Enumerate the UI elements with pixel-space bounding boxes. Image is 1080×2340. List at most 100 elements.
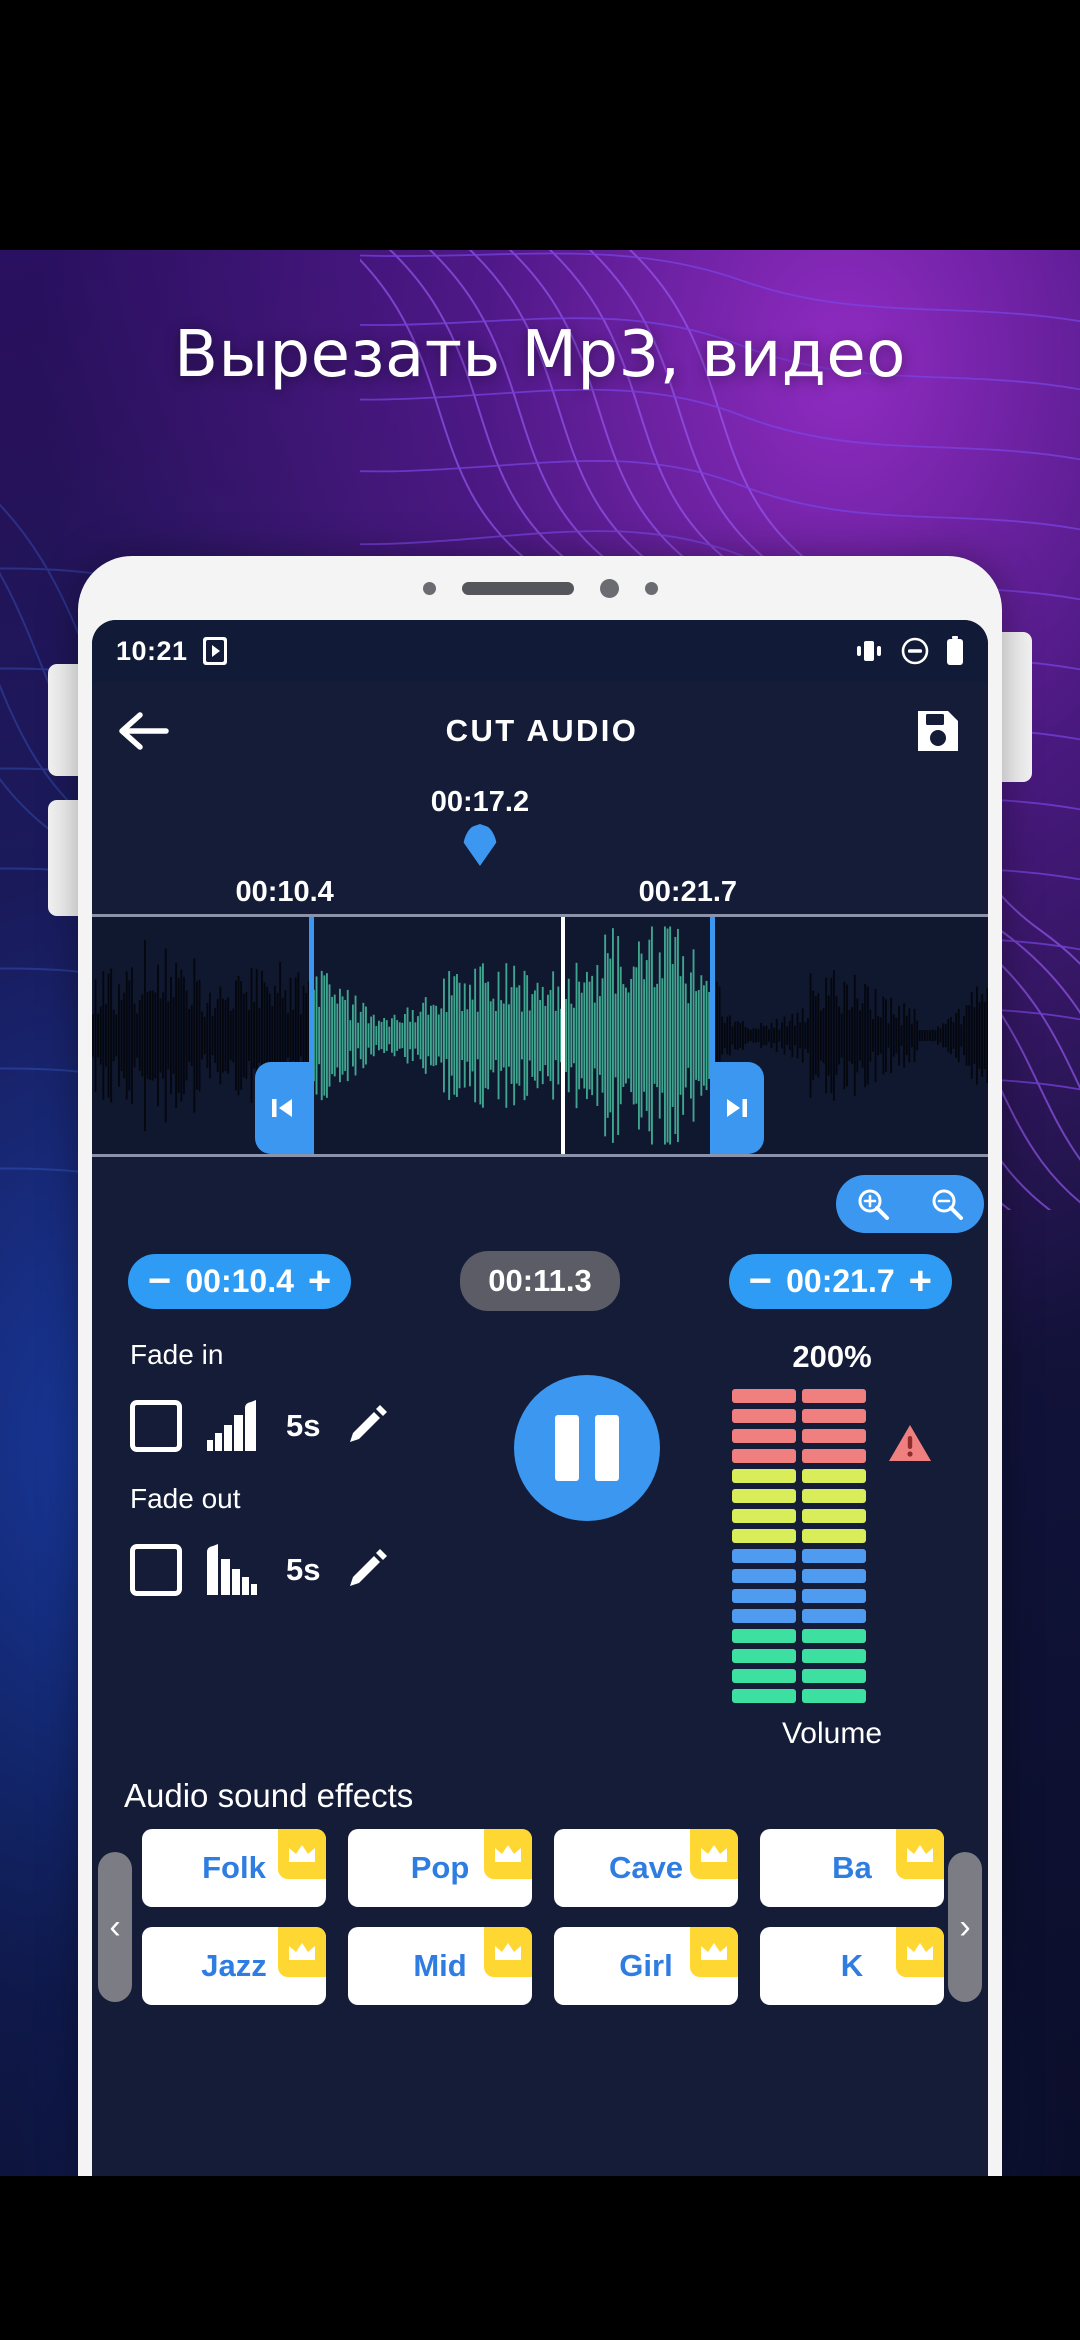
volume-meter-segment [732, 1669, 796, 1683]
crown-premium-icon [896, 1829, 944, 1879]
zoom-out-icon[interactable] [910, 1175, 984, 1233]
time-controls-row: − 00:10.4 + 00:11.3 − 00:21.7 + [92, 1245, 988, 1311]
segment-time-labels: 00:10.4 00:21.7 [92, 876, 988, 914]
sound-effects-title: Audio sound effects [124, 1777, 414, 1814]
promo-headline: Вырезать Mp3, видео [174, 318, 906, 392]
selection-start-line[interactable] [308, 917, 314, 1154]
crown-premium-icon [690, 1829, 738, 1879]
selection-end-handle[interactable] [710, 1062, 765, 1154]
volume-meter-segment [732, 1629, 796, 1643]
chevron-left-icon[interactable]: ‹ [98, 1852, 132, 2002]
phone-power-button[interactable] [998, 632, 1032, 782]
volume-meter-segment [802, 1689, 866, 1703]
sound-effect-label: Ba [832, 1850, 872, 1885]
save-floppy-icon[interactable] [914, 707, 962, 755]
waveform-editor[interactable] [92, 914, 988, 1157]
proximity-sensor-icon [644, 581, 658, 595]
end-time-plus-button[interactable]: + [909, 1261, 932, 1301]
app-bar: CUT AUDIO [92, 682, 988, 780]
chevron-right-icon[interactable]: › [948, 1852, 982, 2002]
media-notification-icon [202, 636, 228, 666]
pause-icon-bar-right [595, 1415, 619, 1481]
volume-meter-segment [802, 1509, 866, 1523]
audio-waveform [92, 926, 988, 1145]
playhead-indicator: 00:17.2 [92, 780, 988, 876]
playhead-time-label: 00:17.2 [430, 786, 530, 818]
volume-meter-segment [732, 1449, 796, 1463]
sound-effect-chip[interactable]: Mid [348, 1927, 532, 2005]
earpiece-speaker-icon [461, 581, 574, 595]
pause-icon-bar-left [555, 1415, 579, 1481]
volume-meter-segment [732, 1689, 796, 1703]
player-controls [460, 1339, 714, 1751]
fade-out-checkbox[interactable] [130, 1544, 182, 1596]
sound-effect-label: Pop [410, 1850, 470, 1885]
selection-duration-badge: 00:11.3 [460, 1251, 620, 1311]
sound-effects-row: Folk Pop Cave Ba [142, 1829, 944, 1907]
volume-meter-segment [802, 1649, 866, 1663]
warning-triangle-icon [888, 1423, 932, 1463]
volume-meter-segment [732, 1549, 796, 1563]
volume-meter-segment [732, 1409, 796, 1423]
vibrate-icon [854, 638, 884, 664]
play-pause-button[interactable] [514, 1375, 660, 1521]
volume-meter-row [732, 1689, 866, 1703]
volume-meter-segment [802, 1609, 866, 1623]
sound-effect-chip[interactable]: Girl [554, 1927, 738, 2005]
crown-premium-icon [896, 1927, 944, 1977]
battery-icon [946, 636, 964, 666]
fade-in-checkbox[interactable] [130, 1400, 182, 1452]
volume-meter-segment [802, 1529, 866, 1543]
sound-effect-chip[interactable]: Folk [142, 1829, 326, 1907]
volume-meter-row [732, 1549, 866, 1563]
start-time-stepper[interactable]: − 00:10.4 + [128, 1253, 352, 1309]
volume-meter-segment [802, 1629, 866, 1643]
status-bar-left: 10:21 [116, 636, 228, 667]
sound-effect-chip[interactable]: Pop [348, 1829, 532, 1907]
promo-screenshot: Вырезать Mp3, видео 10:21 CUT AUDIO 00:1… [0, 0, 1080, 2340]
volume-meter-row [732, 1469, 866, 1483]
selection-start-handle[interactable] [254, 1062, 309, 1154]
sound-effects-carousel: ‹ Folk Pop Cave Ba Jazz Mid Girl K › [92, 1829, 988, 2025]
start-time-minus-button[interactable]: − [148, 1261, 171, 1301]
end-time-minus-button[interactable]: − [749, 1261, 772, 1301]
volume-meter-row [732, 1509, 866, 1523]
start-time-plus-button[interactable]: + [308, 1261, 331, 1301]
zoom-in-icon[interactable] [836, 1175, 910, 1233]
fade-in-label: Fade in [130, 1339, 224, 1370]
volume-meter-segment [732, 1509, 796, 1523]
fade-out-edit-pencil-icon[interactable] [344, 1548, 388, 1592]
sound-effect-chip[interactable]: Jazz [142, 1927, 326, 2005]
playhead-pin-icon[interactable] [462, 824, 497, 866]
phone-volume-down-button[interactable] [48, 800, 82, 916]
volume-meter[interactable] [732, 1389, 866, 1703]
phone-volume-up-button[interactable] [48, 664, 82, 776]
volume-meter-segment [802, 1389, 866, 1403]
segment-start-label: 00:10.4 [235, 876, 334, 908]
volume-meter-segment [732, 1469, 796, 1483]
status-bar: 10:21 [92, 620, 988, 682]
letterbox-top [0, 0, 1080, 250]
back-arrow-icon[interactable] [118, 709, 170, 753]
controls-area: Fade in 5s Fade out 5s 200% Volume [92, 1311, 988, 1751]
front-camera-icon [599, 578, 619, 598]
crown-premium-icon [484, 1927, 532, 1977]
volume-meter-row [732, 1589, 866, 1603]
volume-meter-segment [732, 1389, 796, 1403]
volume-label: Volume [781, 1717, 883, 1750]
fade-in-duration: 5s [286, 1408, 321, 1443]
volume-meter-row [732, 1409, 866, 1423]
sound-effect-chip[interactable]: K [760, 1927, 944, 2005]
end-time-stepper[interactable]: − 00:21.7 + [728, 1253, 952, 1309]
fade-out-label: Fade out [130, 1483, 241, 1514]
page-title: CUT AUDIO [445, 713, 639, 748]
fade-in-edit-pencil-icon[interactable] [344, 1404, 388, 1448]
volume-meter-segment [802, 1589, 866, 1603]
sound-effect-chip[interactable]: Cave [554, 1829, 738, 1907]
volume-meter-segment [802, 1449, 866, 1463]
sound-effect-chip[interactable]: Ba [760, 1829, 944, 1907]
volume-meter-row [732, 1669, 866, 1683]
volume-meter-row [732, 1489, 866, 1503]
volume-meter-row [732, 1629, 866, 1643]
volume-meter-wrap [732, 1389, 932, 1703]
